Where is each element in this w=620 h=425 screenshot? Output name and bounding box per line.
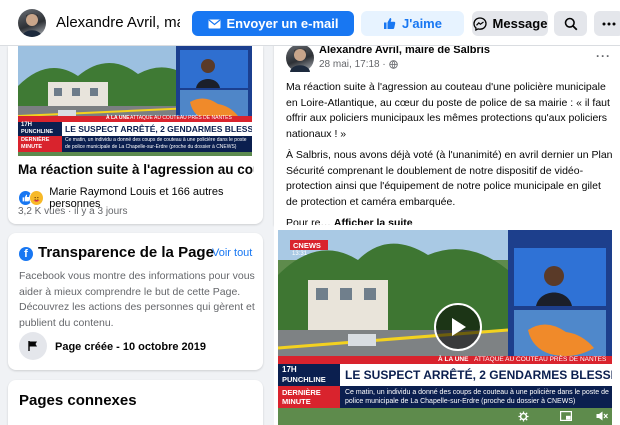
play-icon [452, 318, 466, 336]
more-options-button[interactable] [594, 11, 620, 36]
video-title[interactable]: Ma réaction suite à l'agression au coute… [18, 162, 254, 177]
show-time: 17H [282, 365, 297, 374]
headline-text: LE SUSPECT ARRÊTÉ, 2 GENDARMES BLESSÉS [65, 124, 252, 134]
messenger-icon [472, 16, 487, 31]
ticker-text: Ce matin, un individu a donné des coups … [345, 389, 609, 405]
post-card: Alexandre Avril, maire de Salbris 28 mai… [274, 35, 620, 229]
show-badge: 17H PUNCHLINE [18, 122, 62, 136]
post-options-icon[interactable]: ··· [596, 49, 611, 63]
top-ticker-bar: À LA UNE ATTAQUE AU COUTEAU PRÈS DE NANT… [278, 356, 612, 364]
live-label: DERNIÈRE MINUTE [21, 137, 50, 150]
message-button[interactable]: Message [472, 11, 548, 36]
show-time: 17H [21, 122, 33, 128]
like-page-button[interactable]: J'aime [361, 11, 464, 36]
a-la-une-label: À LA UNE [438, 356, 469, 363]
facebook-icon: f [19, 247, 33, 261]
show-badge: 17H PUNCHLINE [278, 364, 340, 386]
transparency-description: Facebook vous montre des informations po… [19, 270, 255, 329]
live-badge: DERNIÈRE MINUTE [278, 386, 340, 408]
page-header: Alexandre Avril, maire de Salbris Envoye… [0, 0, 620, 46]
post-body: Ma réaction suite à l'agression au coute… [286, 80, 614, 238]
post-video-player[interactable]: CNEWS 13:31 À LA UNE ATTAQUE AU COUTEAU … [278, 230, 612, 425]
volume-icon[interactable] [596, 411, 608, 421]
page-created-date: Page créée - 10 octobre 2019 [55, 341, 207, 353]
care-reaction-icon [29, 190, 45, 206]
message-label: Message [492, 16, 548, 31]
settings-gear-icon[interactable] [518, 411, 529, 422]
video-clock: 13:31 [292, 251, 308, 257]
live-label: DERNIÈRE MINUTE [282, 388, 321, 406]
post-video-container: CNEWS 13:31 À LA UNE ATTAQUE AU COUTEAU … [274, 225, 620, 425]
flag-icon [19, 332, 47, 360]
page-transparency-card: f Transparence de la Page Voir tout Face… [8, 233, 263, 370]
channel-logo: CNEWS [290, 240, 328, 250]
ticker-bar: Ce matin, un individu a donné des coups … [340, 386, 612, 408]
picture-in-picture-icon[interactable] [560, 411, 572, 421]
headline-bar: LE SUSPECT ARRÊTÉ, 2 GENDARMES BLESSÉS [62, 122, 252, 136]
related-pages-title: Pages connexes [19, 392, 137, 409]
like-label: J'aime [402, 16, 442, 31]
show-name: PUNCHLINE [282, 375, 326, 384]
top-ticker-text: ATTAQUE AU COUTEAU PRÈS DE NANTES [474, 356, 607, 363]
post-date-text: 28 mai, 17:18 · [319, 59, 386, 70]
send-email-label: Envoyer un e-mail [226, 16, 339, 31]
page-avatar[interactable] [18, 9, 46, 37]
globe-icon [388, 60, 398, 69]
post-paragraph-1: Ma réaction suite à l'agression au coute… [286, 81, 610, 140]
post-author-avatar[interactable] [286, 44, 314, 72]
video-meta: 3,2 K vues · il y a 3 jours [18, 206, 128, 217]
ticker-bar: Ce matin, un individu a donné des coups … [62, 136, 252, 152]
top-ticker-text: ATTAQUE AU COUTEAU PRÈS DE NANTES [130, 115, 232, 121]
thumbs-up-icon [384, 18, 396, 29]
see-all-link[interactable]: Voir tout [212, 247, 252, 259]
search-icon [564, 17, 577, 30]
more-dots-icon [602, 22, 616, 25]
transparency-title: Transparence de la Page [38, 244, 214, 261]
channel-name: CNEWS [293, 241, 321, 250]
ticker-text: Ce matin, un individu a donné des coups … [65, 137, 247, 150]
headline-bar: LE SUSPECT ARRÊTÉ, 2 GENDARMES BLESSÉS [340, 364, 612, 386]
post-paragraph-2: À Salbris, nous avons déjà voté (à l'una… [286, 149, 613, 208]
post-timestamp[interactable]: 28 mai, 17:18 · [319, 59, 398, 70]
show-name: PUNCHLINE [21, 129, 54, 135]
video-thumbnail[interactable]: LA FLÈCHE À LA UNE ATTAQUE AU COUTEAU PR… [18, 46, 252, 156]
play-button[interactable] [434, 303, 482, 351]
envelope-icon [208, 19, 220, 28]
page-title: Alexandre Avril, maire de Salbris [56, 14, 180, 31]
featured-video-card[interactable]: LA FLÈCHE À LA UNE ATTAQUE AU COUTEAU PR… [8, 46, 263, 224]
headline-text: LE SUSPECT ARRÊTÉ, 2 GENDARMES BLESSÉS [345, 368, 612, 382]
live-badge: DERNIÈRE MINUTE [18, 136, 62, 152]
search-button[interactable] [554, 11, 587, 36]
related-pages-card: Pages connexes [8, 380, 263, 425]
a-la-une-label: À LA UNE [106, 115, 130, 121]
send-email-button[interactable]: Envoyer un e-mail [192, 11, 354, 36]
